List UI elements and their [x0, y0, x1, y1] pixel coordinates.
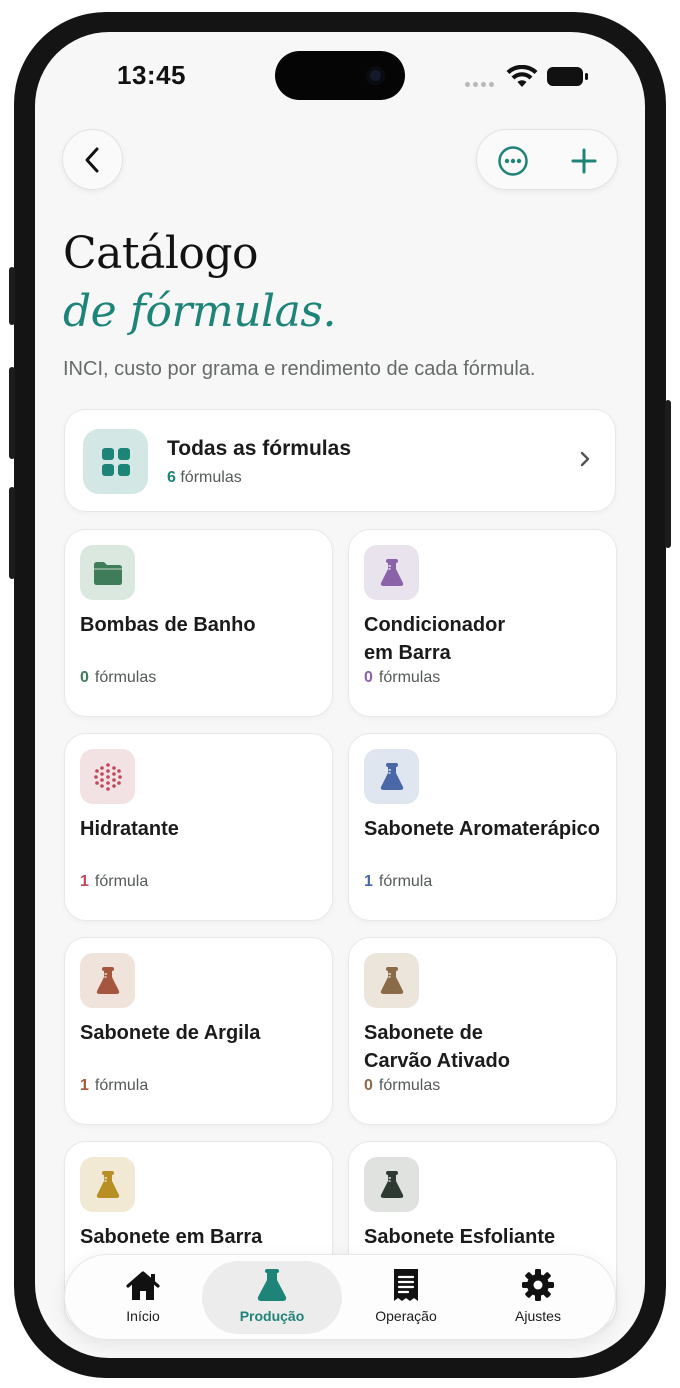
dots-sphere-icon — [80, 749, 135, 804]
battery-icon — [547, 67, 588, 86]
category-count: 0 fórmulas — [80, 669, 157, 686]
category-count: 1 fórmula — [80, 873, 149, 890]
page-title: Catálogo — [63, 228, 259, 279]
status-time: 13:45 — [117, 60, 186, 90]
category-name: Bombas de Banho — [80, 614, 256, 636]
tab-label: Operação — [375, 1308, 437, 1324]
page-subtitle: INCI, custo por grama e rendimento de ca… — [63, 358, 536, 380]
category-name: Hidratante — [80, 818, 179, 840]
flask-icon — [80, 953, 135, 1008]
tab-inicio[interactable]: Início — [73, 1261, 213, 1334]
folder-icon — [80, 545, 135, 600]
flask-icon — [257, 1269, 287, 1301]
category-card[interactable]: Sabonete Aromaterápico 1 fórmula — [348, 733, 617, 921]
category-card[interactable]: Hidratante 1 fórmula — [64, 733, 333, 921]
category-card[interactable]: Condicionador em Barra 0 fórmulas — [348, 529, 617, 717]
category-count: 0 fórmulas — [364, 669, 441, 686]
tab-producao[interactable]: Produção — [202, 1261, 342, 1334]
actions-pill — [476, 129, 618, 190]
flask-icon — [364, 1157, 419, 1212]
chevron-left-icon — [85, 147, 98, 172]
all-formulas-card[interactable]: Todas as fórmulas 6 fórmulas — [64, 409, 616, 512]
all-formulas-count: 6 fórmulas — [167, 469, 242, 486]
action-button — [9, 267, 15, 325]
add-button[interactable] — [548, 130, 619, 191]
house-icon — [126, 1271, 160, 1300]
category-card[interactable]: Sabonete de Carvão Ativado 0 fórmulas — [348, 937, 617, 1125]
tab-bar: Início Produção Operação Ajustes — [64, 1254, 616, 1340]
tab-ajustes[interactable]: Ajustes — [468, 1261, 608, 1334]
category-count: 1 fórmula — [80, 1077, 149, 1094]
phone-frame: 13:45 Catálogo de fórmulas. INCI, custo … — [9, 12, 671, 1378]
volume-up-button — [9, 367, 15, 459]
wifi-icon — [506, 65, 538, 87]
category-name: Sabonete de Argila — [80, 1022, 261, 1044]
tab-label: Produção — [239, 1308, 305, 1324]
tab-label: Ajustes — [515, 1308, 561, 1324]
page-title-accent: de fórmulas. — [63, 286, 336, 337]
volume-down-button — [9, 487, 15, 579]
chevron-right-icon — [580, 451, 590, 467]
flask-icon — [364, 749, 419, 804]
grid-icon — [83, 429, 148, 494]
camera-icon — [366, 66, 385, 85]
category-name: Sabonete Aromaterápico — [364, 818, 600, 840]
category-name: Sabonete em Barra — [80, 1226, 263, 1248]
flask-icon — [364, 545, 419, 600]
dynamic-island — [275, 51, 405, 100]
screen: 13:45 Catálogo de fórmulas. INCI, custo … — [35, 32, 645, 1358]
plus-icon — [571, 148, 596, 173]
gear-icon — [522, 1269, 554, 1301]
category-name: Condicionador em Barra — [364, 614, 506, 664]
category-count: 1 fórmula — [364, 873, 433, 890]
tab-operacao[interactable]: Operação — [336, 1261, 476, 1334]
power-button — [665, 400, 671, 548]
all-formulas-title: Todas as fórmulas — [167, 437, 351, 460]
tab-label: Início — [126, 1308, 160, 1324]
ellipsis-circle-icon — [497, 145, 528, 176]
receipt-icon — [394, 1269, 418, 1301]
back-button[interactable] — [62, 129, 123, 190]
flask-icon — [364, 953, 419, 1008]
category-name: Sabonete de Carvão Ativado — [364, 1022, 510, 1072]
cellular-signal-icon — [465, 82, 494, 87]
more-button[interactable] — [477, 130, 548, 191]
category-name: Sabonete Esfoliante — [364, 1226, 556, 1248]
category-card[interactable]: Sabonete de Argila 1 fórmula — [64, 937, 333, 1125]
category-count: 0 fórmulas — [364, 1077, 441, 1094]
flask-icon — [80, 1157, 135, 1212]
category-card[interactable]: Bombas de Banho 0 fórmulas — [64, 529, 333, 717]
